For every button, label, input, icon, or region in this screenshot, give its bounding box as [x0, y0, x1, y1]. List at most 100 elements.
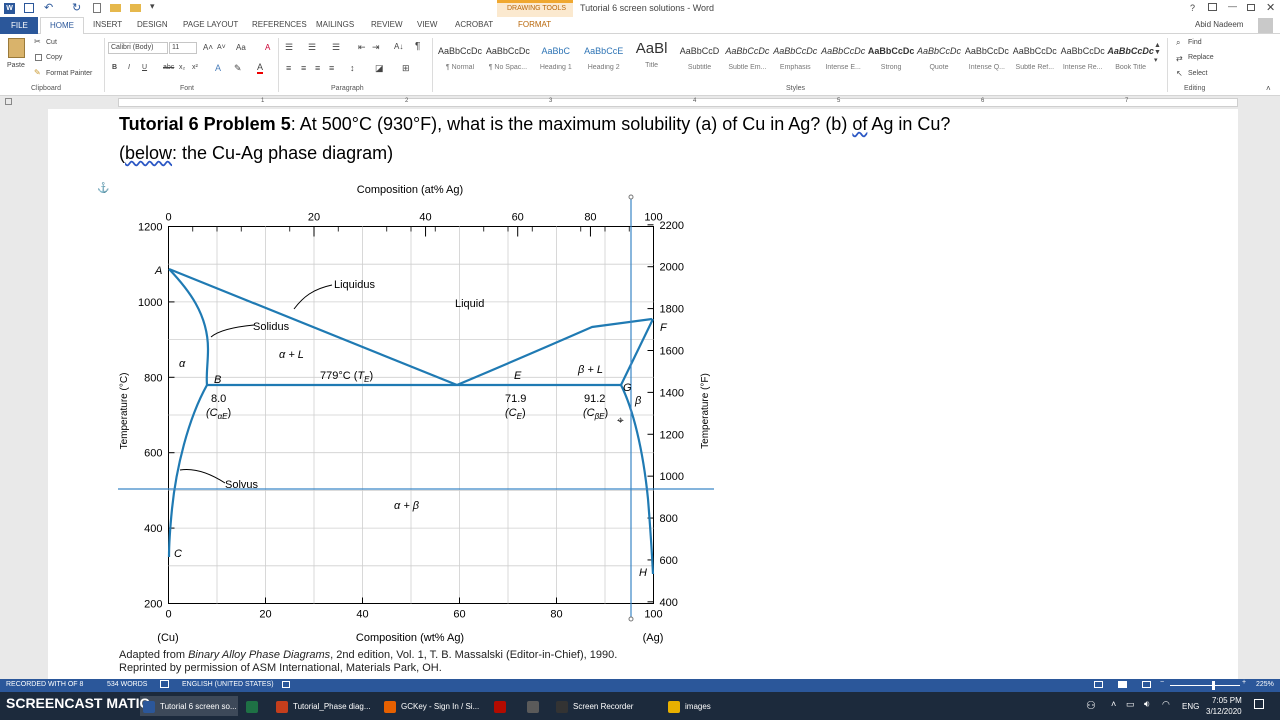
paste-button[interactable]: Paste: [7, 62, 25, 69]
network-icon[interactable]: ▭: [1126, 699, 1135, 710]
guide-handle-top[interactable]: [628, 194, 634, 200]
language-indicator[interactable]: ENGLISH (UNITED STATES): [182, 681, 274, 688]
style-gallery-item[interactable]: AaBbCcDc Subtle Ref...: [1011, 38, 1059, 78]
volume-icon[interactable]: 🔉︎: [1144, 699, 1150, 710]
taskbar-app[interactable]: Screen Recorder: [556, 696, 633, 716]
taskbar-app[interactable]: Tutorial_Phase diag...: [276, 696, 371, 716]
underline-button[interactable]: U: [142, 64, 147, 71]
font-name-select[interactable]: Calibri (Body): [108, 42, 168, 54]
input-language[interactable]: ENG: [1182, 702, 1199, 711]
grow-font-icon[interactable]: A˄: [203, 43, 213, 52]
taskbar-app[interactable]: [527, 696, 544, 716]
superscript-icon[interactable]: x²: [192, 64, 198, 71]
document-page[interactable]: Tutorial 6 Problem 5: At 500°C (930°F), …: [48, 109, 1238, 679]
tab-page-layout[interactable]: PAGE LAYOUT: [183, 20, 238, 29]
restore-icon[interactable]: [1247, 4, 1255, 11]
format-painter-button[interactable]: Format Painter: [46, 70, 92, 77]
avatar[interactable]: [1258, 18, 1273, 33]
close-icon[interactable]: ✕: [1266, 1, 1275, 14]
new-doc-icon[interactable]: [93, 3, 101, 13]
tab-format[interactable]: FORMAT: [518, 20, 551, 29]
strikethrough-icon[interactable]: abc: [163, 64, 174, 71]
style-gallery-item[interactable]: AaBbCcDc ¶ Normal: [436, 38, 484, 78]
style-gallery-item[interactable]: AaBl Title: [628, 38, 676, 78]
zoom-slider[interactable]: [1170, 685, 1240, 686]
italic-button[interactable]: I: [128, 64, 130, 71]
borders-icon[interactable]: ⊞: [402, 63, 410, 74]
increase-indent-icon[interactable]: ⇥: [372, 42, 380, 53]
web-layout-icon[interactable]: [1142, 681, 1151, 688]
redo-icon[interactable]: ↻: [72, 1, 81, 14]
style-gallery-item[interactable]: AaBbCcDc Strong: [867, 38, 915, 78]
numbering-icon[interactable]: ☰: [308, 42, 316, 53]
align-right-icon[interactable]: ≡: [315, 63, 320, 73]
guide-handle-bottom[interactable]: [628, 616, 634, 622]
collapse-ribbon-icon[interactable]: ˄: [1266, 84, 1271, 93]
select-button[interactable]: Select: [1188, 70, 1207, 77]
phase-diagram[interactable]: Composition (at% Ag) Composition (wt% Ag…: [108, 179, 748, 649]
taskbar-app[interactable]: [246, 696, 263, 716]
tab-home[interactable]: HOME: [40, 17, 84, 35]
bullets-icon[interactable]: ☰: [285, 42, 293, 53]
clear-format-icon[interactable]: A: [265, 43, 270, 52]
problem-heading-line2[interactable]: (below: the Cu-Ag phase diagram): [119, 143, 393, 164]
style-gallery-item[interactable]: AaBbCcDc Book Title: [1107, 38, 1155, 78]
tab-design[interactable]: DESIGN: [137, 20, 168, 29]
bold-button[interactable]: B: [112, 64, 117, 71]
style-gallery-item[interactable]: AaBbCcDc Emphasis: [771, 38, 819, 78]
font-size-select[interactable]: 11: [169, 42, 197, 54]
print-layout-icon[interactable]: [1118, 681, 1127, 688]
tab-mailings[interactable]: MAILINGS: [316, 20, 354, 29]
zoom-slider-thumb[interactable]: [1212, 681, 1215, 690]
proofing-icon[interactable]: [160, 680, 169, 688]
tab-view[interactable]: VIEW: [417, 20, 437, 29]
macro-icon[interactable]: [282, 681, 290, 688]
tab-file[interactable]: FILE: [0, 17, 38, 34]
style-gallery-item[interactable]: AaBbC Heading 1: [532, 38, 580, 78]
qat-more-icon[interactable]: ▾: [150, 1, 155, 12]
copy-button[interactable]: Copy: [46, 54, 62, 61]
tab-acrobat[interactable]: ACROBAT: [455, 20, 493, 29]
style-gallery-item[interactable]: AaBbCcDc Subtle Em...: [723, 38, 771, 78]
paste-icon[interactable]: [8, 38, 25, 58]
user-name[interactable]: Abid Nadeem: [1195, 20, 1243, 29]
notification-icon[interactable]: [1254, 699, 1264, 709]
undo-icon[interactable]: ↶: [44, 1, 53, 14]
replace-button[interactable]: Replace: [1188, 54, 1214, 61]
read-mode-icon[interactable]: [1094, 681, 1103, 688]
shading-icon[interactable]: ◪: [375, 63, 384, 74]
tab-references[interactable]: REFERENCES: [252, 20, 307, 29]
people-icon[interactable]: ⚇: [1086, 699, 1096, 712]
show-formatting-icon[interactable]: ¶: [415, 41, 420, 52]
clock-time[interactable]: 7:05 PM: [1212, 696, 1242, 705]
horizontal-ruler[interactable]: 1 2 3 4 5 6 7: [0, 96, 1280, 109]
decrease-indent-icon[interactable]: ⇤: [358, 42, 366, 53]
subscript-icon[interactable]: x₂: [179, 64, 185, 71]
ruler-corner-icon[interactable]: [5, 98, 12, 105]
styles-scroll-icon[interactable]: ▲ ▼ ▾: [1154, 42, 1161, 64]
word-app-icon[interactable]: W: [4, 3, 15, 14]
highlight-icon[interactable]: ✎: [234, 63, 242, 74]
ribbon-display-icon[interactable]: [1208, 3, 1217, 11]
help-icon[interactable]: ?: [1190, 3, 1195, 13]
text-effects-icon[interactable]: A: [215, 63, 221, 73]
taskbar-app[interactable]: images: [668, 696, 711, 716]
ruler-track[interactable]: 1 2 3 4 5 6 7: [118, 98, 1238, 107]
zoom-level[interactable]: 225%: [1256, 681, 1274, 688]
shrink-font-icon[interactable]: A˅: [217, 44, 226, 51]
taskbar-app[interactable]: [494, 696, 511, 716]
save-icon[interactable]: [24, 3, 34, 13]
tab-insert[interactable]: INSERT: [93, 20, 122, 29]
change-case-icon[interactable]: Aa: [236, 43, 246, 52]
minimize-icon[interactable]: —: [1228, 1, 1237, 11]
tray-chevron-icon[interactable]: ˄: [1111, 699, 1116, 709]
figure-caption[interactable]: Adapted from Binary Alloy Phase Diagrams…: [119, 649, 617, 675]
justify-icon[interactable]: ≡: [329, 63, 334, 73]
align-center-icon[interactable]: ≡: [301, 63, 306, 73]
problem-heading-line1[interactable]: Tutorial 6 Problem 5: At 500°C (930°F), …: [119, 114, 950, 135]
tab-review[interactable]: REVIEW: [371, 20, 403, 29]
style-gallery-item[interactable]: AaBbCcE Heading 2: [580, 38, 628, 78]
zoom-in-icon[interactable]: +: [1242, 679, 1246, 686]
font-color-icon[interactable]: A: [257, 62, 264, 74]
folder-icon[interactable]: [130, 4, 141, 12]
